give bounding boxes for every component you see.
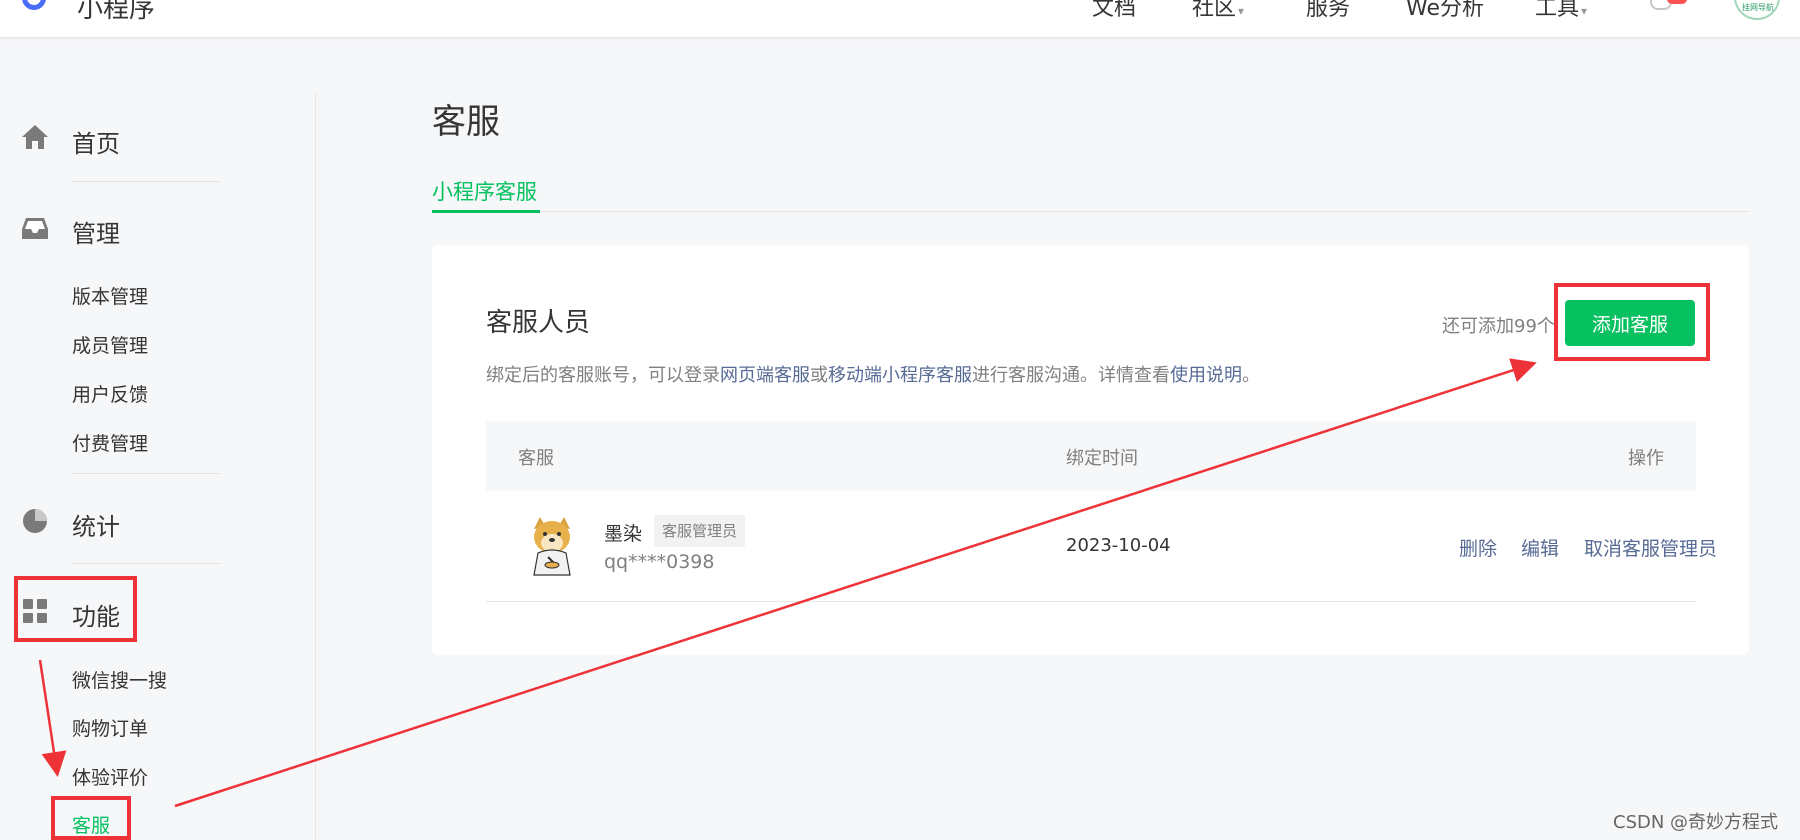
annotation-arrows <box>38 358 1537 808</box>
arrow-down <box>38 659 67 777</box>
watermark: CSDN @奇妙方程式 <box>1613 812 1779 833</box>
arrow-to-add-button <box>174 358 1537 808</box>
